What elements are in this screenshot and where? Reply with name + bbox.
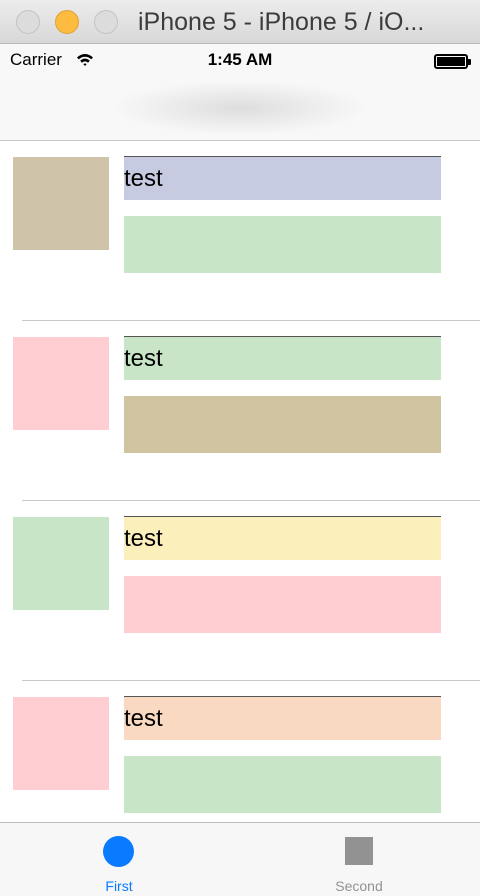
cell-detail-box [124, 756, 441, 813]
table-row[interactable]: test [0, 681, 480, 822]
navigation-bar [0, 76, 480, 141]
cell-thumbnail [13, 517, 109, 610]
cell-thumbnail [13, 337, 109, 430]
table-view[interactable]: test test test test [0, 141, 480, 822]
cell-title-label: test [124, 156, 441, 200]
tab-bar: First Second [0, 822, 480, 896]
tab-second[interactable]: Second [279, 823, 439, 896]
status-time: 1:45 AM [207, 50, 273, 69]
battery-icon [434, 54, 471, 69]
simulator-title-bar: iPhone 5 - iPhone 5 / iO... [0, 0, 480, 44]
status-bar: Carrier 1:45 AM [0, 44, 480, 76]
circle-icon [103, 836, 134, 867]
cell-thumbnail [13, 697, 109, 790]
window-zoom-button[interactable] [94, 10, 118, 34]
tab-first-label: First [105, 878, 133, 894]
tab-second-label: Second [335, 878, 383, 894]
cell-detail-box [124, 216, 441, 273]
cell-thumbnail [13, 157, 109, 250]
table-row[interactable]: test [0, 321, 480, 501]
cell-detail-box [124, 396, 441, 453]
cell-title-label: test [124, 336, 441, 380]
cell-title-label: test [124, 696, 441, 740]
tab-first[interactable]: First [39, 823, 199, 896]
window-title: iPhone 5 - iPhone 5 / iO... [138, 8, 425, 36]
cell-detail-box [124, 576, 441, 633]
window-minimize-button[interactable] [55, 10, 79, 34]
table-row[interactable]: test [0, 141, 480, 321]
square-icon [345, 837, 373, 865]
window-close-button[interactable] [16, 10, 40, 34]
navigation-bar-blur [110, 80, 370, 136]
table-row[interactable]: test [0, 501, 480, 681]
cell-title-label: test [124, 516, 441, 560]
